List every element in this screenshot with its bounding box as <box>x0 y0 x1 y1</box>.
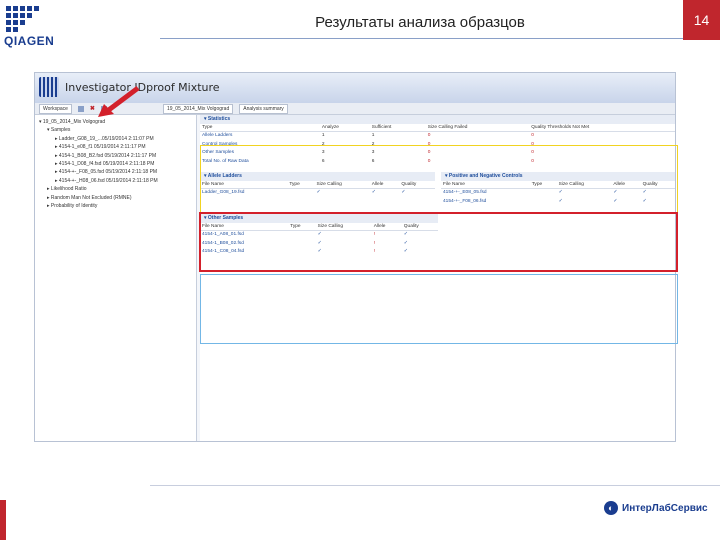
doc-tab[interactable]: 19_05_2014_Mix Volgograd <box>162 103 234 114</box>
statistics-header[interactable]: ▾ Statistics <box>200 115 675 124</box>
workspace-tab[interactable]: Workspace <box>39 103 72 114</box>
table-row[interactable]: Allele Ladders 1 1 0 0 <box>200 132 675 141</box>
qiagen-logo-text: QIAGEN <box>4 34 55 48</box>
brand-name: ИнтерЛабСервис <box>622 502 708 514</box>
tree-item[interactable]: ▸ Ladder_G08_19_...05/19/2014 2:11:07 PM <box>39 135 192 143</box>
table-cell: 1 <box>321 133 325 138</box>
left-accent-strip <box>0 500 6 540</box>
save-icon[interactable] <box>77 105 84 112</box>
app-icon <box>39 77 59 97</box>
title-divider <box>160 38 683 39</box>
tree-item[interactable]: ▸ 4154-1_B08_B2.fsd 05/19/2014 2:11:17 P… <box>39 152 192 160</box>
other-samples-highlight <box>200 274 678 344</box>
workspace-tree: ▾ 19_05_2014_Mix Volgograd ▾ Samples ▸ Lad… <box>35 115 197 441</box>
column-header: Sufficient <box>369 124 426 132</box>
statistics-highlight <box>200 145 678 213</box>
table-cell: 1 <box>371 133 375 138</box>
page-number: 14 <box>693 12 710 28</box>
tree-item[interactable]: ▾ Samples <box>39 126 192 134</box>
footer-brand: ◐ ИнтерЛабСервис <box>604 501 708 515</box>
tree-item[interactable]: ▸ Random Man Not Excluded (RMNE) <box>39 194 192 202</box>
tree-item[interactable]: ▸ 4154-+-_H08_06.fsd 05/19/2014 2:11:18 … <box>39 177 192 185</box>
column-header: Size Calling Failed <box>425 124 530 132</box>
tree-item[interactable]: ▸ 4154-+-_F08_05.fsd 05/19/2014 2:11:18 … <box>39 168 192 176</box>
footer-divider <box>150 485 720 486</box>
controls-highlight <box>199 212 678 272</box>
tree-item[interactable]: ▾ 19_05_2014_Mix Volgograd <box>39 118 192 126</box>
column-header: Quality Thresholds Not Met <box>529 124 675 132</box>
table-cell: 0 <box>427 133 431 138</box>
tree-item[interactable]: ▸ Probability of Identity <box>39 202 192 210</box>
column-header: Type <box>200 124 320 132</box>
red-arrow-icon <box>98 86 140 117</box>
delete-icon[interactable]: ✖ <box>90 105 95 112</box>
tree-item[interactable]: ▸ 4154-1_e08_f1 05/19/2014 2:11:17 PM <box>39 143 192 151</box>
app-title: Investigator IDproof Mixture <box>65 81 220 94</box>
tree-item[interactable]: ▸ 4154-1_D08_f4.fsd 05/19/2014 2:11:18 P… <box>39 160 192 168</box>
column-header: Analyze <box>319 124 370 132</box>
tree-item[interactable]: ▸ Likelihood Ratio <box>39 185 192 193</box>
slide-title: Результаты анализа образцов <box>315 14 525 31</box>
brand-logo-icon: ◐ <box>604 501 618 515</box>
table-cell: 0 <box>531 133 534 138</box>
table-cell: Allele Ladders <box>202 133 233 138</box>
summary-tab[interactable]: Analysis summary <box>239 103 288 114</box>
